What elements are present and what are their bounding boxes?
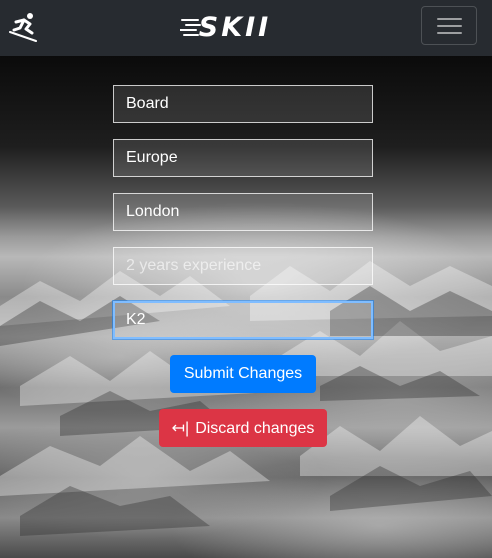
- navbar-toggler-button[interactable]: [421, 6, 477, 45]
- region-field[interactable]: [113, 139, 373, 177]
- city-field[interactable]: [113, 193, 373, 231]
- discard-changes-label: Discard changes: [195, 420, 315, 437]
- hamburger-menu-icon: [437, 18, 462, 20]
- hamburger-menu-icon-bar: [437, 25, 462, 27]
- navbar: SKII: [0, 0, 492, 56]
- experience-field[interactable]: [113, 247, 373, 285]
- submit-changes-button[interactable]: Submit Changes: [170, 355, 316, 393]
- brand-field[interactable]: [113, 301, 373, 339]
- discard-changes-button[interactable]: ↤| Discard changes: [159, 409, 327, 447]
- skier-icon[interactable]: [8, 10, 40, 42]
- edit-profile-form: Submit Changes ↤| Discard changes: [0, 0, 492, 558]
- equipment-type-field[interactable]: [113, 85, 373, 123]
- hamburger-menu-icon-bar: [437, 32, 462, 34]
- arrow-left-to-bar-icon: ↤|: [171, 420, 190, 437]
- brand-logo[interactable]: SKII: [180, 8, 290, 48]
